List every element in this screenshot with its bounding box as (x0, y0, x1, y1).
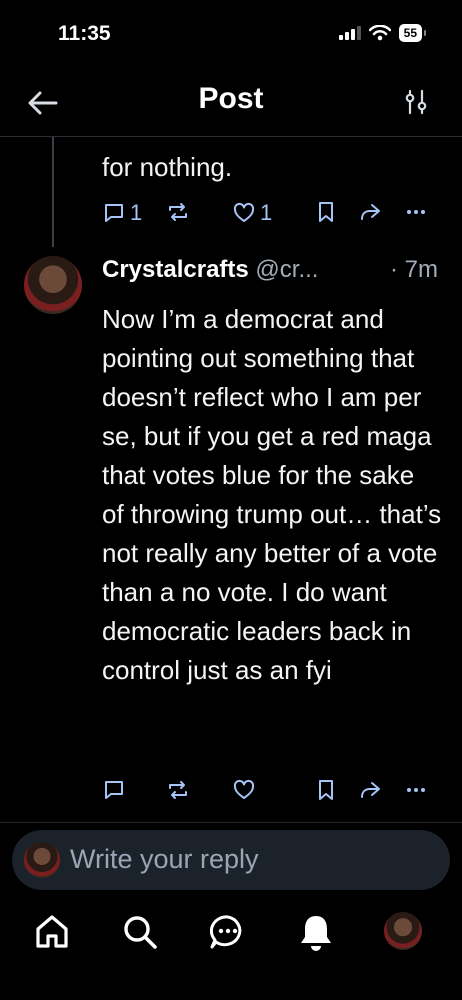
nav-notifications[interactable] (296, 912, 336, 952)
reply-button[interactable]: 1 (102, 200, 142, 226)
battery-indicator: 55 (398, 24, 427, 42)
status-time: 11:35 (58, 22, 111, 45)
reply-input[interactable]: Write your reply (12, 830, 450, 890)
filter-icon[interactable] (402, 88, 430, 116)
repost-icon (169, 781, 187, 799)
status-icons: 55 (338, 24, 427, 42)
post-header: Crystalcrafts @cr... · 7m (102, 256, 442, 284)
nav-chat[interactable] (208, 912, 248, 952)
share-button[interactable] (358, 778, 382, 802)
avatar (24, 842, 60, 878)
nav-profile[interactable] (384, 912, 422, 950)
author-name[interactable]: Crystalcrafts (102, 256, 249, 283)
page-title: Post (198, 82, 264, 115)
more-icon (407, 788, 425, 792)
reply-count: 1 (130, 200, 143, 225)
signal-icon (338, 26, 361, 40)
nav-search[interactable] (120, 912, 160, 952)
share-button[interactable] (358, 200, 382, 224)
avatar[interactable] (24, 256, 82, 314)
author-handle[interactable]: @cr... (255, 256, 318, 283)
status-bar: 11:35 55 (0, 0, 462, 66)
repost-button[interactable] (166, 778, 190, 802)
more-button[interactable] (404, 200, 428, 224)
header: Post (0, 66, 462, 137)
post-actions (102, 778, 432, 808)
search-icon (124, 916, 157, 949)
post-time: · 7m (390, 256, 438, 283)
like-button[interactable]: 1 (232, 200, 272, 226)
chat-icon (209, 915, 242, 949)
reply-placeholder: Write your reply (70, 844, 259, 874)
share-icon (361, 782, 380, 798)
repost-icon (169, 203, 187, 221)
nav-home[interactable] (32, 912, 72, 952)
bookmark-icon (319, 780, 333, 800)
reply-icon (105, 781, 123, 799)
thread-line (52, 137, 54, 247)
wifi-icon (368, 25, 391, 41)
previous-post-actions: 1 1 (102, 200, 432, 230)
reply-button[interactable] (102, 778, 126, 802)
home-icon (36, 915, 68, 948)
bookmark-button[interactable] (314, 200, 338, 224)
bookmark-icon (319, 202, 333, 222)
previous-post-text: for nothing. (102, 152, 233, 182)
like-icon (233, 779, 255, 799)
bell-icon (301, 916, 331, 951)
bottom-nav (0, 900, 462, 970)
reply-icon (105, 204, 123, 222)
more-icon (407, 210, 425, 214)
like-icon (233, 202, 255, 222)
divider (0, 822, 462, 823)
like-count: 1 (260, 200, 273, 225)
bookmark-button[interactable] (314, 778, 338, 802)
post-text: Now I’m a democrat and pointing out some… (102, 304, 442, 685)
more-button[interactable] (404, 778, 428, 802)
like-button[interactable] (232, 778, 256, 802)
repost-button[interactable] (166, 200, 190, 224)
share-icon (361, 204, 380, 220)
